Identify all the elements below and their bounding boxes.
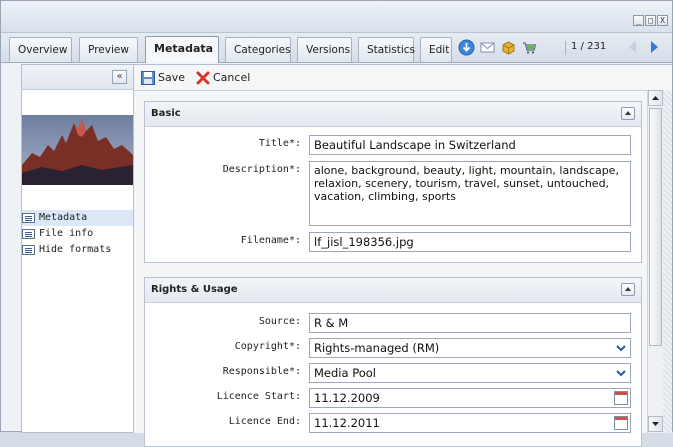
cancel-icon	[196, 71, 210, 85]
edit-toolbar: Save Cancel	[134, 65, 672, 91]
rights-section-header: Rights & Usage	[145, 278, 641, 303]
main-panel: Save Cancel Basic Title*: Beautiful Land…	[134, 64, 672, 447]
maximize-button[interactable]: □	[645, 15, 656, 26]
save-label: Save	[158, 71, 186, 84]
chevron-down-icon[interactable]	[614, 341, 628, 355]
document-icon	[22, 229, 35, 239]
vertical-scrollbar[interactable]	[647, 90, 663, 433]
download-icon[interactable]	[458, 39, 475, 56]
licence-end-field[interactable]: 11.12.2011	[309, 413, 631, 433]
minimize-button[interactable]: _	[633, 15, 644, 26]
title-bar: _ □ X	[1, 1, 672, 33]
tab-statistics[interactable]: Statistics	[358, 37, 415, 62]
scroll-down-icon[interactable]	[648, 416, 663, 432]
copyright-value: Rights-managed (RM)	[314, 341, 440, 355]
scrollbar-thumb[interactable]	[649, 108, 662, 346]
package-icon[interactable]	[500, 39, 517, 56]
calendar-icon[interactable]	[614, 391, 628, 405]
menu-item-metadata[interactable]: Metadata	[22, 210, 133, 226]
menu-item-file-info[interactable]: File info	[22, 226, 133, 242]
next-icon[interactable]	[651, 41, 658, 53]
basic-section: Basic Title*: Beautiful Landscape in Swi…	[144, 101, 642, 263]
app-window: _ □ X Overview Preview Metadata Categori…	[0, 0, 673, 447]
calendar-icon[interactable]	[614, 416, 628, 430]
licence-start-value: 11.12.2009	[314, 391, 380, 405]
email-icon[interactable]	[479, 39, 496, 56]
section-title: Rights & Usage	[151, 284, 238, 295]
source-label: Source:	[258, 316, 301, 327]
cart-icon[interactable]	[521, 39, 538, 56]
pager-count: 1 / 231	[571, 41, 607, 52]
tab-categories[interactable]: Categories	[225, 37, 291, 62]
licence-end-value: 11.12.2011	[314, 416, 380, 430]
resize-edge	[663, 90, 672, 433]
section-title: Basic	[151, 108, 181, 119]
menu-item-hide-formats[interactable]: Hide formats	[22, 242, 133, 258]
pager-separator	[565, 41, 566, 55]
source-field[interactable]: R & M	[309, 313, 631, 333]
save-button[interactable]: Save	[140, 70, 185, 86]
rights-section: Rights & Usage Source: R & M Copyright*:…	[144, 277, 642, 447]
document-icon	[22, 213, 35, 223]
filename-label: Filename*:	[240, 235, 301, 246]
scroll-up-icon[interactable]	[648, 90, 663, 106]
previous-icon[interactable]	[629, 41, 636, 53]
cancel-button[interactable]: Cancel	[195, 70, 250, 86]
collapse-button[interactable]: «	[112, 70, 127, 84]
tab-edit[interactable]: Edit	[420, 37, 452, 62]
tab-versions[interactable]: Versions	[297, 37, 352, 62]
close-button[interactable]: X	[657, 15, 668, 26]
left-menu: Metadata File info Hide formats	[22, 210, 133, 258]
left-panel: « Metadata File info Hide formats	[21, 64, 134, 433]
window-controls: _ □ X	[633, 15, 668, 26]
title-label: Title*:	[258, 138, 301, 149]
menu-item-label: File info	[39, 228, 94, 239]
collapse-section-icon[interactable]	[621, 283, 635, 296]
menu-item-label: Metadata	[39, 212, 88, 223]
description-label: Description*:	[222, 164, 301, 175]
title-field[interactable]: Beautiful Landscape in Switzerland	[309, 135, 631, 155]
cancel-label: Cancel	[213, 71, 251, 84]
basic-section-header: Basic	[145, 102, 641, 127]
image-thumbnail[interactable]	[22, 115, 133, 185]
description-field[interactable]: alone, background, beauty, light, mounta…	[309, 161, 631, 226]
filename-field[interactable]: lf_jisl_198356.jpg	[309, 232, 631, 252]
save-icon	[141, 71, 155, 85]
responsible-value: Media Pool	[314, 366, 376, 380]
licence-end-label: Licence End:	[228, 416, 301, 427]
document-icon	[22, 245, 35, 255]
collapse-section-icon[interactable]	[621, 107, 635, 120]
menu-item-label: Hide formats	[39, 244, 112, 255]
chevron-down-icon[interactable]	[614, 366, 628, 380]
copyright-label: Copyright*:	[234, 341, 301, 352]
left-panel-header: «	[22, 65, 133, 90]
licence-start-field[interactable]: 11.12.2009	[309, 388, 631, 408]
tab-overview[interactable]: Overview	[9, 37, 72, 62]
licence-start-label: Licence Start:	[216, 391, 301, 402]
tab-metadata[interactable]: Metadata	[145, 36, 219, 63]
responsible-select[interactable]: Media Pool	[309, 363, 631, 383]
tab-preview[interactable]: Preview	[79, 37, 138, 62]
action-icons	[458, 39, 538, 56]
responsible-label: Responsible*:	[222, 366, 301, 377]
copyright-select[interactable]: Rights-managed (RM)	[309, 338, 631, 358]
